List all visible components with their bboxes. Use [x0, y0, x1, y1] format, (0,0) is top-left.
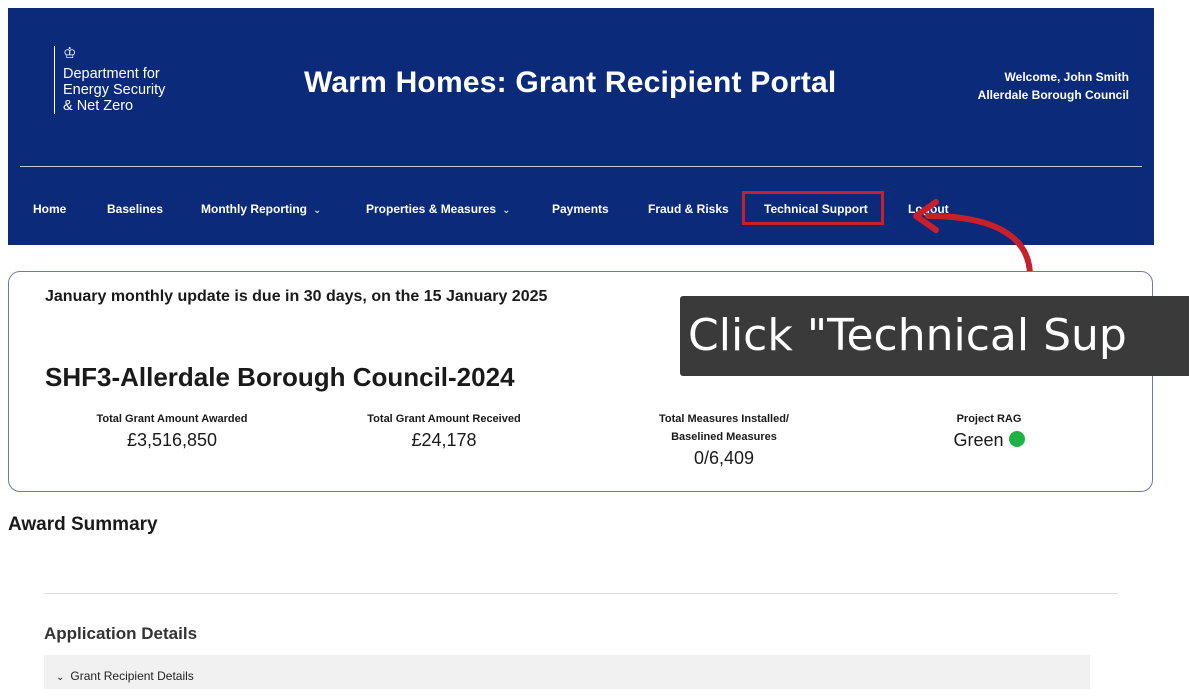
stat-grant-awarded-label: Total Grant Amount Awarded	[96, 413, 248, 425]
nav-home[interactable]: Home	[33, 197, 66, 221]
stat-grant-awarded-value: £3,516,850	[126, 430, 218, 450]
nav-properties-measures-label: Properties & Measures	[366, 202, 497, 216]
nav-monthly-reporting[interactable]: Monthly Reporting ⌄	[201, 197, 321, 223]
user-welcome: Welcome, John Smith Allerdale Borough Co…	[978, 68, 1129, 104]
header-divider	[20, 166, 1142, 167]
nav-baselines[interactable]: Baselines	[107, 197, 163, 221]
monthly-update-notice: January monthly update is due in 30 days…	[45, 288, 548, 305]
accordion-label: Grant Recipient Details	[70, 669, 194, 683]
stat-measures-value: 0/6,409	[693, 448, 755, 468]
chevron-down-icon: ⌄	[56, 672, 65, 683]
stat-grant-received-label: Total Grant Amount Received	[367, 413, 521, 425]
rag-status-dot-icon	[1008, 431, 1025, 447]
application-details-heading: Application Details	[44, 624, 198, 643]
chevron-down-icon: ⌄	[312, 205, 322, 216]
stat-project-rag-value: Green	[953, 430, 1004, 450]
stat-grant-received: Total Grant Amount Received £24,178	[339, 410, 549, 451]
stat-measures-label-1: Total Measures Installed/	[658, 413, 789, 425]
nav-monthly-reporting-label: Monthly Reporting	[201, 202, 307, 216]
section-divider	[44, 593, 1118, 594]
chevron-down-icon: ⌄	[502, 205, 511, 216]
nav-payments[interactable]: Payments	[552, 197, 609, 221]
project-name: SHF3-Allerdale Borough Council-2024	[45, 362, 515, 392]
stat-project-rag-value-wrap: Green	[909, 430, 1069, 451]
instruction-tooltip: Click "Technical Sup	[680, 296, 1189, 376]
dept-logo[interactable]: ♔ Department for Energy Security & Net Z…	[54, 46, 165, 114]
stat-measures: Total Measures Installed/ Baselined Meas…	[609, 410, 839, 469]
stat-grant-awarded: Total Grant Amount Awarded £3,516,850	[67, 410, 277, 451]
stat-grant-received-value: £24,178	[411, 430, 477, 450]
nav-properties-measures[interactable]: Properties & Measures ⌄	[366, 197, 510, 223]
portal-title: Warm Homes: Grant Recipient Portal	[304, 66, 837, 99]
stat-project-rag-label: Project RAG	[956, 413, 1022, 425]
welcome-text: Welcome, John Smith	[1004, 70, 1129, 84]
award-summary-heading: Award Summary	[8, 514, 158, 535]
nav-fraud-risks[interactable]: Fraud & Risks	[648, 197, 729, 221]
stat-measures-label-2: Baselined Measures	[671, 431, 777, 443]
technical-support-highlight	[742, 191, 884, 225]
royal-crest-icon: ♔	[63, 45, 77, 62]
logo-line-2: Energy Security	[63, 82, 166, 98]
logo-line-1: Department for	[63, 66, 160, 82]
stat-project-rag: Project RAG Green	[909, 410, 1069, 451]
logo-line-3: & Net Zero	[63, 98, 134, 114]
user-organisation: Allerdale Borough Council	[977, 88, 1129, 102]
